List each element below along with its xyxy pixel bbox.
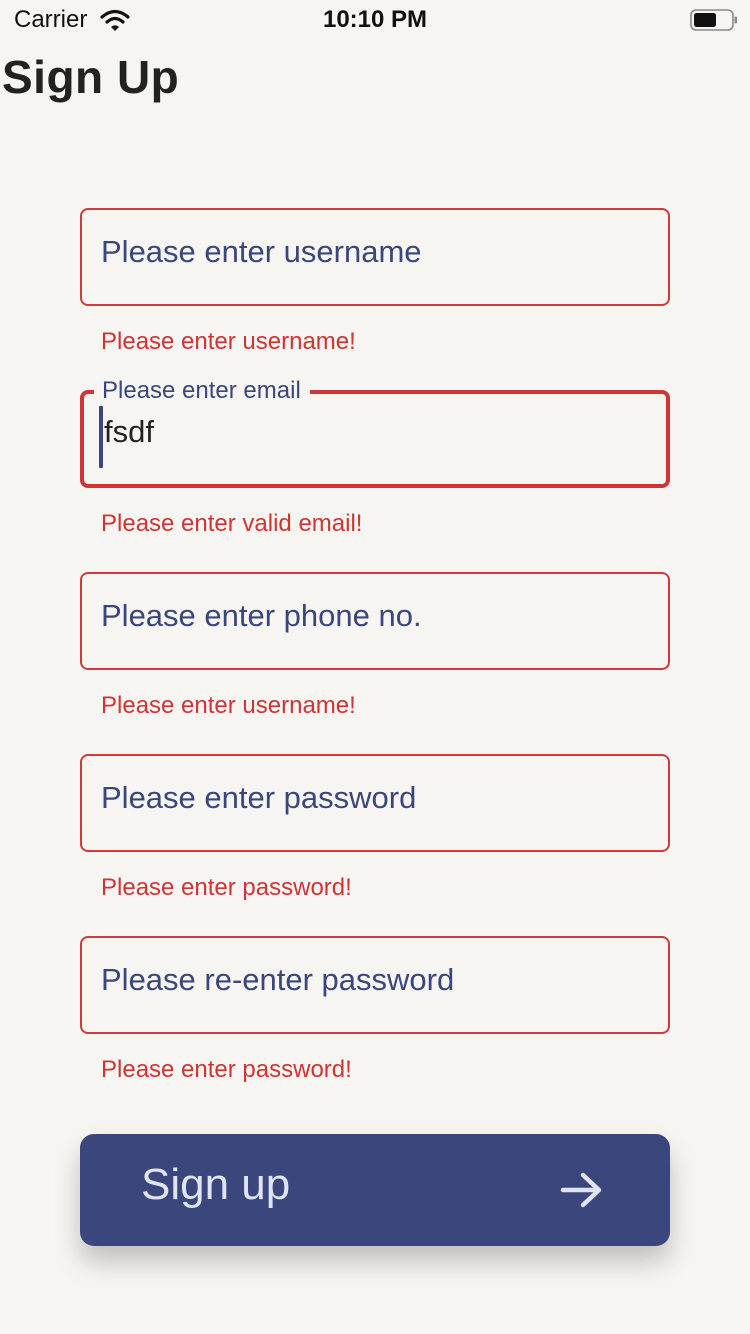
page-title: Sign Up (2, 51, 180, 103)
confirm-password-error: Please enter password! (101, 1056, 352, 1083)
status-bar: Carrier 10:10 PM (0, 0, 750, 40)
password-field[interactable]: Please enter password (80, 754, 670, 852)
password-placeholder: Please enter password (101, 780, 417, 815)
email-error: Please enter valid email! (101, 510, 363, 537)
phone-error: Please enter username! (101, 692, 356, 719)
phone-field[interactable]: Please enter phone no. (80, 572, 670, 670)
email-label: Please enter email (94, 377, 310, 405)
arrow-right-icon (560, 1172, 602, 1208)
username-placeholder: Please enter username (101, 234, 422, 269)
confirm-password-placeholder: Please re-enter password (101, 962, 455, 997)
battery-icon (690, 9, 737, 31)
signup-button-label: Sign up (141, 1160, 291, 1209)
status-time: 10:10 PM (322, 6, 428, 33)
username-field[interactable]: Please enter username (80, 208, 670, 306)
password-error: Please enter password! (101, 874, 352, 901)
username-error: Please enter username! (101, 328, 356, 355)
confirm-password-field[interactable]: Please re-enter password (80, 936, 670, 1034)
email-value: fsdf (104, 414, 154, 449)
email-field[interactable]: Please enter email fsdf (80, 377, 670, 488)
signup-button[interactable]: Sign up (80, 1134, 670, 1246)
phone-placeholder: Please enter phone no. (101, 598, 422, 633)
text-caret (99, 406, 103, 468)
